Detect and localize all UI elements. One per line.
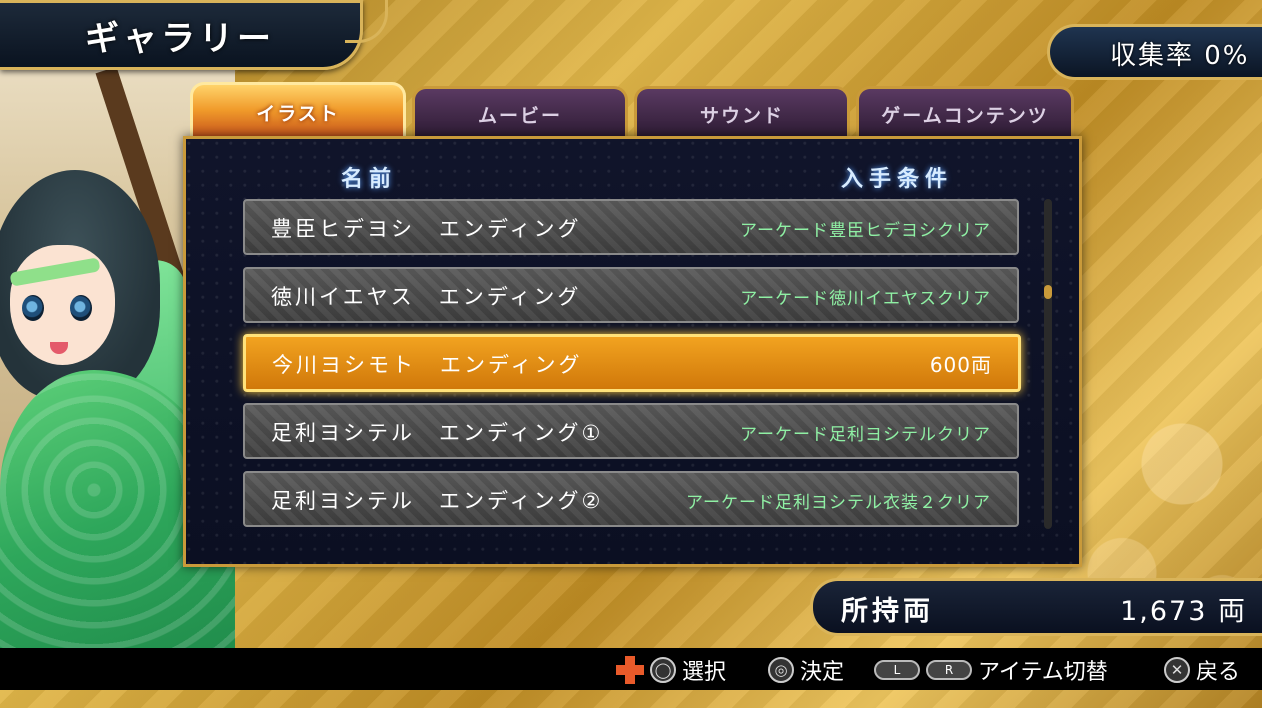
circle-button-icon: ◎ [768, 657, 794, 683]
hint-select: ◯ 選択 [616, 654, 726, 686]
column-header-condition: 入手条件 [841, 167, 954, 192]
money-panel: 所持両 1,673 両 [810, 578, 1262, 636]
page-title: ギャラリー [85, 19, 275, 59]
list-item[interactable]: 足利ヨシテル エンディング① アーケード足利ヨシテルクリア [243, 403, 1019, 459]
r-button-icon: R [926, 660, 972, 680]
item-name: 今川ヨシモト エンディング [272, 353, 583, 377]
scrollbar-track[interactable] [1044, 199, 1052, 529]
collection-rate-panel: 収集率 0% [1047, 24, 1262, 80]
hint-confirm-label: 決定 [800, 660, 845, 685]
hint-switch-item: L R アイテム切替 [874, 654, 1108, 686]
analog-stick-icon: ◯ [650, 657, 676, 683]
list-item[interactable]: 徳川イエヤス エンディング アーケード徳川イエヤスクリア [243, 267, 1019, 323]
character-right-eye [70, 295, 92, 321]
tab-game-contents-label: ゲームコンテンツ [881, 105, 1049, 127]
tab-movie[interactable]: ムービー [412, 86, 628, 139]
tab-illust[interactable]: イラスト [190, 82, 406, 141]
list-item[interactable]: 豊臣ヒデヨシ エンディング アーケード豊臣ヒデヨシクリア [243, 199, 1019, 255]
tab-illust-label: イラスト [256, 103, 340, 125]
tab-sound-label: サウンド [699, 105, 784, 127]
item-condition: アーケード豊臣ヒデヨシクリア [740, 221, 991, 241]
hint-back: ✕ 戻る [1164, 654, 1240, 686]
item-condition: アーケード徳川イエヤスクリア [740, 289, 991, 309]
scrollbar-thumb[interactable] [1044, 285, 1052, 299]
column-header-name: 名前 [341, 167, 398, 192]
item-name: 足利ヨシテル エンディング① [271, 421, 604, 445]
hint-back-label: 戻る [1196, 660, 1241, 685]
hint-confirm: ◎ 決定 [768, 654, 844, 686]
item-price: 600両 [929, 353, 992, 377]
item-condition: アーケード足利ヨシテルクリア [740, 425, 991, 445]
item-name: 豊臣ヒデヨシ エンディング [271, 217, 582, 241]
tab-game-contents[interactable]: ゲームコンテンツ [856, 86, 1074, 139]
title-banner: ギャラリー [0, 0, 363, 70]
gallery-list-panel: 名前 入手条件 豊臣ヒデヨシ エンディング アーケード豊臣ヒデヨシクリア 徳川イ… [183, 136, 1082, 567]
item-condition: アーケード足利ヨシテル衣装２クリア [686, 493, 991, 513]
money-label: 所持両 [841, 596, 934, 627]
money-value: 1,673 両 [1120, 596, 1247, 627]
dpad-icon [616, 656, 644, 684]
hint-select-label: 選択 [682, 660, 727, 685]
item-name: 足利ヨシテル エンディング② [271, 489, 604, 513]
item-name: 徳川イエヤス エンディング [271, 285, 582, 309]
hint-switch-item-label: アイテム切替 [978, 660, 1108, 685]
cross-button-icon: ✕ [1164, 657, 1190, 683]
list-item[interactable]: 足利ヨシテル エンディング② アーケード足利ヨシテル衣装２クリア [243, 471, 1019, 527]
l-button-icon: L [874, 660, 920, 680]
collection-rate-text: 収集率 0% [1110, 41, 1250, 71]
tab-movie-label: ムービー [477, 105, 562, 127]
list-item-selected[interactable]: 今川ヨシモト エンディング 600両 [243, 334, 1021, 392]
control-hint-bar: ◯ 選択 ◎ 決定 L R アイテム切替 ✕ 戻る [0, 648, 1262, 690]
character-left-eye [22, 295, 44, 321]
tab-sound[interactable]: サウンド [634, 86, 850, 139]
